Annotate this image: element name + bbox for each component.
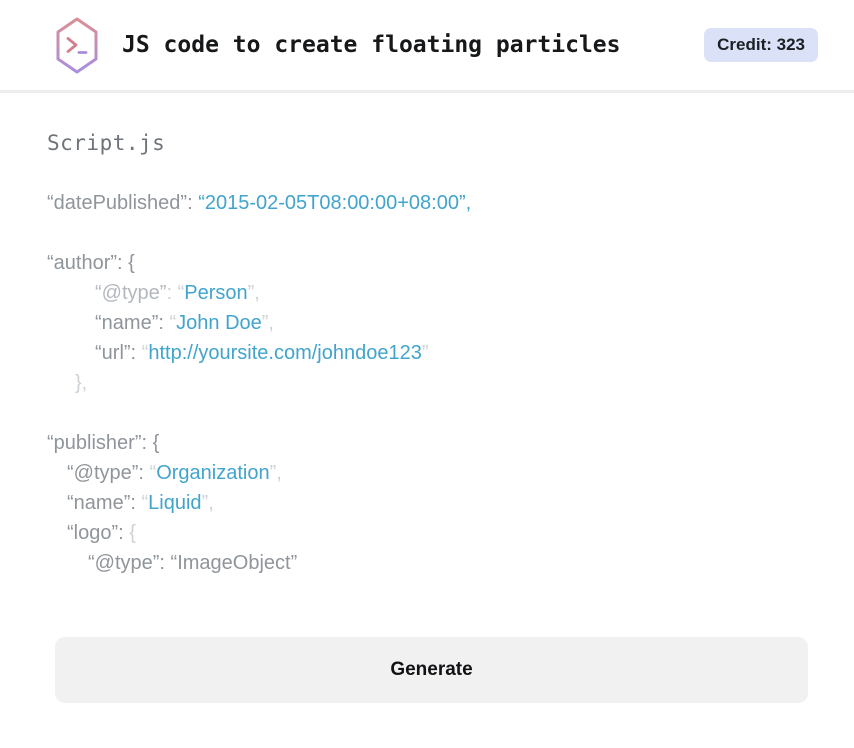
prompt-chevron-icon: [66, 36, 78, 53]
code-line: “logo”: {: [0, 518, 854, 548]
code-block: “datePublished”: “2015-02-05T08:00:00+08…: [0, 188, 854, 578]
terminal-prompt-hexagon-icon: [56, 17, 98, 73]
code-segment-value: “2015-02-05T08:00:00+08:00”,: [198, 192, 472, 214]
code-segment-punct: ”,: [247, 282, 260, 304]
code-segment-key: “url”:: [95, 342, 142, 364]
code-segment-key: “author”: {: [47, 252, 135, 274]
code-segment-key: “logo”:: [67, 522, 130, 544]
code-segment-punct: :: [166, 282, 178, 304]
code-segment-punct: ”,: [269, 462, 282, 484]
code-line: “@type”: “Organization”,: [0, 458, 854, 488]
code-segment-punct: ”,: [201, 492, 214, 514]
code-line: “@type”: “ImageObject”: [0, 548, 854, 578]
code-segment-value: John Doe: [176, 312, 262, 334]
code-segment-key: “publisher”: {: [47, 432, 160, 454]
generate-button[interactable]: Generate: [55, 637, 808, 703]
code-line: “name”: “Liquid”,: [0, 488, 854, 518]
code-segment-punct: },: [75, 372, 88, 394]
code-segment-punct: {: [129, 522, 136, 544]
code-segment-key: “name”:: [95, 312, 170, 334]
code-segment-gray: “@type”: “ImageObject”: [88, 552, 298, 574]
code-segment-value: Person: [184, 282, 248, 304]
code-line: “url”: “http://yoursite.com/johndoe123”: [0, 338, 854, 368]
code-line: “name”: “John Doe”,: [0, 308, 854, 338]
script-filename: Script.js: [47, 131, 166, 155]
page-title: JS code to create floating particles: [122, 32, 621, 58]
code-line: “datePublished”: “2015-02-05T08:00:00+08…: [0, 188, 854, 218]
code-segment-value: http://yoursite.com/johndoe123: [148, 342, 422, 364]
code-line: “author”: {: [0, 248, 854, 278]
code-segment-value: Organization: [156, 462, 270, 484]
code-line: },: [0, 368, 854, 398]
code-line: “@type”: “Person”,: [0, 278, 854, 308]
code-line: “publisher”: {: [0, 428, 854, 458]
credit-badge: Credit: 323: [704, 28, 818, 62]
code-segment-key: “@type”:: [67, 462, 150, 484]
code-segment-keylight: “@type”: [95, 282, 167, 304]
code-segment-value: Liquid: [148, 492, 202, 514]
code-segment-key: “datePublished”:: [47, 192, 199, 214]
code-segment-key: “name”:: [67, 492, 142, 514]
code-segment-punct: ”: [421, 342, 429, 364]
code-segment-punct: ”,: [261, 312, 274, 334]
header: JS code to create floating particles Cre…: [0, 0, 854, 93]
